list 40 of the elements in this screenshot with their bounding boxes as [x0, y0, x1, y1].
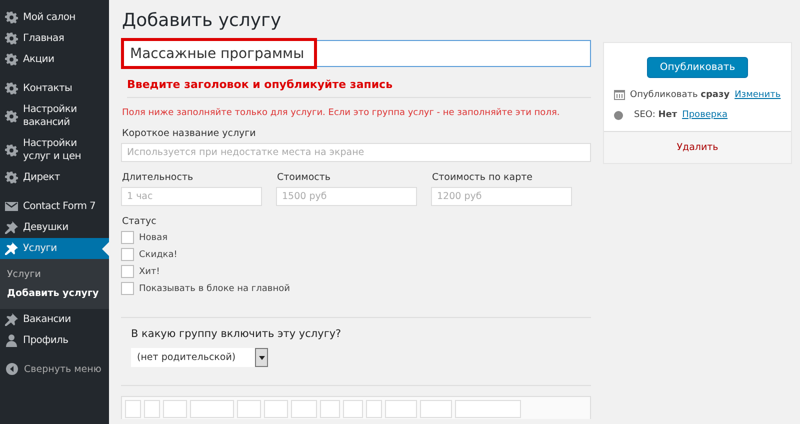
collapse-menu-button[interactable]: Свернуть меню — [0, 359, 109, 379]
menu-item[interactable]: Услуги — [0, 238, 109, 259]
field-label: Стоимость по карте — [432, 172, 534, 183]
input-field[interactable]: 1200 руб — [431, 187, 572, 206]
group-question: В какую группу включить эту услугу? — [131, 328, 342, 340]
notice-text: Поля ниже заполняйте только для услуги. Если это группа услуг - не заполняйте эти поля. — [122, 108, 561, 118]
menu-item[interactable]: Акции — [0, 49, 109, 70]
checkbox-label: Скидка! — [139, 250, 178, 260]
field-label: Стоимость — [277, 172, 332, 183]
menu-item[interactable]: Настройки услуг и цен — [0, 133, 109, 167]
menu-item[interactable]: Мой салон — [0, 7, 109, 28]
page-title: Добавить услугу — [122, 10, 282, 31]
checkbox-label: Новая — [139, 232, 168, 242]
publish-button[interactable]: Опубликовать — [646, 57, 748, 78]
publish-schedule: Опубликовать сразу — [630, 90, 730, 100]
title-field[interactable]: Массажные программы — [121, 40, 591, 67]
short-name-field[interactable]: Используется при недостатке места на экране — [121, 143, 591, 162]
field-label: Длительность — [122, 172, 194, 183]
menu-item[interactable]: Контакты — [0, 78, 109, 99]
menu-item[interactable]: Вакансии — [0, 309, 109, 330]
field-label: Короткое название услуги — [122, 128, 257, 139]
check-link[interactable]: Проверка — [682, 110, 728, 120]
field-label: Статус — [122, 216, 158, 227]
title-hint: Введите заголовок и опубликуйте запись — [127, 78, 591, 98]
menu-item[interactable]: Настройки вакансий — [0, 99, 109, 133]
submenu-item[interactable]: Добавить услугу — [0, 284, 109, 303]
menu-item[interactable]: Contact Form 7 — [0, 196, 109, 217]
submenu-item[interactable]: Услуги — [0, 265, 109, 284]
menu-item[interactable]: Директ — [0, 167, 109, 188]
parent-select[interactable]: (нет родительской) — [131, 348, 268, 367]
menu-item[interactable]: Профиль — [0, 330, 109, 351]
input-field[interactable]: 1 час — [121, 187, 262, 206]
seo-status: SEO: Нет — [634, 110, 678, 120]
delete-link[interactable]: Удалить — [676, 142, 718, 153]
input-field[interactable]: 1500 руб — [276, 187, 417, 206]
checkbox-label: Хит! — [139, 266, 160, 276]
menu-item[interactable]: Девушки — [0, 217, 109, 238]
change-link[interactable]: Изменить — [734, 90, 781, 100]
checkbox-label: Показывать в блоке на главной — [139, 284, 290, 294]
menu-item[interactable]: Главная — [0, 28, 109, 49]
